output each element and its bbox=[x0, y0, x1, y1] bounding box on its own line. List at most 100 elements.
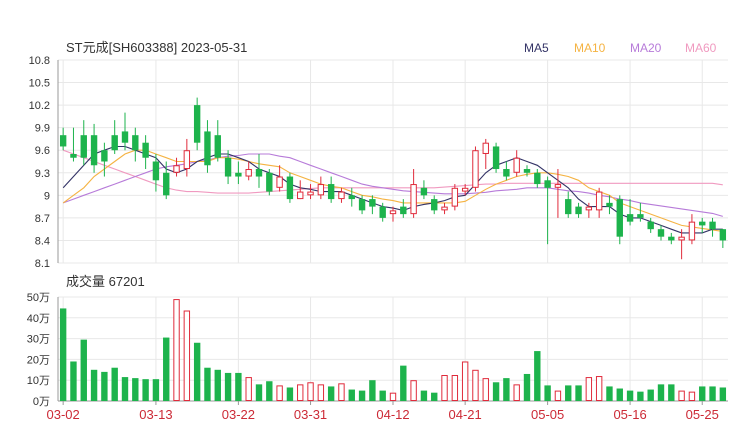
volume-bar-17 bbox=[235, 372, 242, 401]
candle-27 bbox=[338, 187, 345, 203]
volume-bar-18 bbox=[245, 377, 252, 401]
candle-body-18 bbox=[245, 169, 252, 177]
volume-chart-title: 成交量 67201 bbox=[66, 274, 145, 289]
candle-body-42 bbox=[492, 146, 500, 170]
candle-body-2 bbox=[80, 135, 87, 158]
candle-40 bbox=[472, 146, 479, 192]
price-chart-title: ST元成[SH603388] 2023-05-31 bbox=[66, 40, 247, 55]
candle-body-40 bbox=[472, 150, 479, 188]
candle-36 bbox=[431, 195, 438, 215]
candle-18 bbox=[245, 161, 252, 181]
volume-bar-1 bbox=[70, 361, 77, 401]
price-ytick-5: 9.3 bbox=[35, 168, 50, 180]
xtick-label-2: 03-22 bbox=[222, 407, 255, 422]
candle-body-53 bbox=[606, 202, 613, 207]
price-ytick-6: 9 bbox=[44, 190, 50, 202]
xtick-label-1: 03-13 bbox=[139, 407, 172, 422]
xtick-label-6: 05-05 bbox=[531, 407, 564, 422]
volume-bar-0 bbox=[59, 308, 67, 401]
candle-body-26 bbox=[327, 184, 335, 200]
volume-bar-62 bbox=[699, 386, 706, 401]
candle-body-8 bbox=[142, 142, 149, 158]
candle-30 bbox=[369, 195, 376, 215]
candle-17 bbox=[235, 161, 242, 185]
candle-12 bbox=[183, 138, 191, 177]
candle-body-35 bbox=[420, 187, 428, 196]
volume-bar-45 bbox=[523, 373, 531, 401]
candle-body-27 bbox=[338, 191, 345, 200]
volume-bar-12 bbox=[183, 310, 191, 401]
candle-body-20 bbox=[266, 172, 273, 192]
candle-body-7 bbox=[132, 135, 139, 151]
volume-bar-49 bbox=[565, 385, 572, 401]
candle-7 bbox=[132, 127, 139, 162]
date-x-axis: 03-02 03-13 03-22 03-31 04-12 04-21 05-05 05-16… bbox=[47, 401, 719, 422]
volume-bar-54 bbox=[616, 388, 623, 401]
candle-55 bbox=[626, 199, 634, 226]
volume-bar-46 bbox=[534, 351, 541, 401]
candle-64 bbox=[719, 229, 727, 248]
candle-body-4 bbox=[101, 150, 108, 162]
stock-chart: ST元成[SH603388] 2023-05-31 MA5 MA10 MA20 … bbox=[27, 40, 728, 422]
candle-60 bbox=[678, 229, 685, 260]
price-ytick-1: 10.5 bbox=[29, 78, 50, 90]
volume-bar-36 bbox=[431, 392, 438, 401]
candle-body-24 bbox=[307, 191, 314, 196]
candle-body-52 bbox=[595, 191, 603, 211]
candle-22 bbox=[286, 172, 294, 203]
volume-bar-60 bbox=[678, 390, 685, 402]
candle-8 bbox=[142, 135, 149, 170]
price-ytick-4: 9.6 bbox=[35, 145, 50, 157]
candle-body-5 bbox=[111, 135, 118, 151]
candle-body-60 bbox=[678, 236, 685, 241]
volume-bar-55 bbox=[626, 390, 634, 401]
volume-bar-5 bbox=[111, 367, 118, 401]
candle-body-56 bbox=[637, 214, 644, 218]
xtick-label-4: 04-12 bbox=[376, 407, 409, 422]
volume-bar-42 bbox=[492, 382, 500, 401]
volume-ytick-3: 20万 bbox=[27, 354, 50, 366]
volume-ytick-1: 40万 bbox=[27, 313, 50, 325]
candle-43 bbox=[503, 161, 510, 181]
volume-bar-25 bbox=[317, 384, 325, 401]
candle-body-41 bbox=[482, 142, 489, 154]
price-ytick-8: 8.4 bbox=[35, 235, 50, 247]
legend-ma10: MA10 bbox=[574, 41, 606, 55]
candle-body-13 bbox=[193, 105, 201, 143]
candle-body-57 bbox=[647, 221, 654, 230]
candle-body-21 bbox=[276, 176, 283, 188]
candle-body-43 bbox=[503, 169, 510, 177]
volume-bar-2 bbox=[80, 339, 87, 401]
candle-body-33 bbox=[400, 206, 407, 215]
volume-bar-29 bbox=[358, 390, 366, 401]
volume-bar-30 bbox=[369, 380, 376, 401]
candle-body-51 bbox=[585, 206, 593, 211]
candle-body-16 bbox=[224, 157, 232, 177]
volume-bar-43 bbox=[503, 378, 510, 401]
volume-bar-34 bbox=[410, 380, 417, 402]
candle-6 bbox=[121, 112, 129, 151]
candle-body-48 bbox=[554, 184, 562, 188]
volume-bar-28 bbox=[348, 389, 355, 401]
volume-bar-7 bbox=[132, 378, 139, 401]
candle-26 bbox=[327, 176, 335, 203]
candle-59 bbox=[668, 232, 675, 245]
xtick-label-5: 04-21 bbox=[449, 407, 482, 422]
candle-0 bbox=[59, 127, 67, 151]
volume-bar-14 bbox=[204, 367, 211, 401]
xtick-label-0: 03-02 bbox=[47, 407, 80, 422]
candle-4 bbox=[101, 142, 108, 177]
legend-ma5: MA5 bbox=[524, 41, 549, 55]
volume-bar-48 bbox=[554, 390, 562, 402]
candle-body-30 bbox=[369, 199, 376, 207]
volume-bar-61 bbox=[688, 391, 696, 402]
price-ytick-9: 8.1 bbox=[35, 258, 50, 270]
volume-bar-38 bbox=[451, 375, 459, 401]
volume-bar-26 bbox=[327, 386, 335, 401]
candle-body-64 bbox=[719, 229, 727, 241]
candle-19 bbox=[255, 153, 263, 188]
candle-body-38 bbox=[451, 187, 459, 207]
candle-body-15 bbox=[214, 135, 221, 158]
candle-body-31 bbox=[379, 206, 386, 218]
candle-41 bbox=[482, 138, 489, 170]
